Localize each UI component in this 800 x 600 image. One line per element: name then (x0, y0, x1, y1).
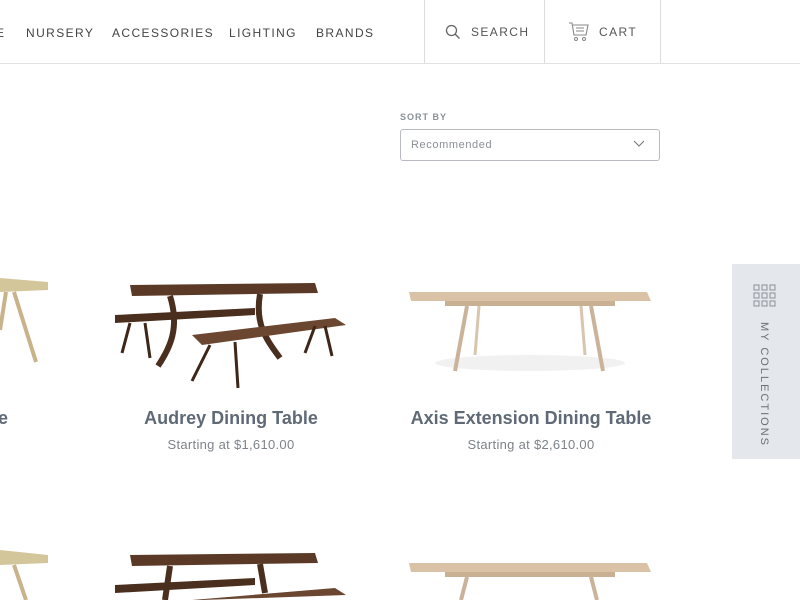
cart-icon (569, 21, 589, 41)
product-image-axis (409, 292, 651, 372)
product-image-audrey (115, 283, 346, 389)
product-title[interactable]: Axis Extension Dining Table (396, 408, 666, 429)
product-image-audrey (115, 553, 346, 600)
sort-value: Recommended (411, 139, 493, 151)
nav-item-brands[interactable]: BRANDS (316, 26, 374, 40)
nav-item-lighting[interactable]: LIGHTING (229, 26, 297, 40)
product-title[interactable]: Audrey Dining Table (116, 408, 346, 429)
search-label: SEARCH (471, 24, 530, 39)
nav-item-partial[interactable]: E (0, 26, 5, 40)
chevron-down-icon (633, 140, 645, 147)
product-price: Starting at $2,610.00 (467, 437, 595, 452)
search-icon (445, 24, 460, 39)
nav-item-nursery[interactable]: NURSERY (26, 26, 94, 40)
product-image-partial (0, 550, 48, 600)
product-title[interactable]: e (0, 408, 8, 429)
sort-select[interactable]: Recommended (400, 129, 660, 161)
cart-button[interactable]: CART (544, 0, 661, 63)
grid-icon (753, 284, 776, 307)
product-image-axis (409, 563, 651, 600)
product-price: Starting at $1,610.00 (167, 437, 295, 452)
cart-label: CART (599, 24, 638, 39)
nav-item-accessories[interactable]: ACCESSORIES (112, 26, 214, 40)
product-image-partial (0, 278, 48, 363)
sort-label: SORT BY (400, 112, 448, 122)
site-header: E NURSERY ACCESSORIES LIGHTING BRANDS SE… (0, 0, 800, 64)
my-collections-label: MY COLLECTIONS (758, 322, 770, 447)
search-button[interactable]: SEARCH (424, 0, 545, 63)
